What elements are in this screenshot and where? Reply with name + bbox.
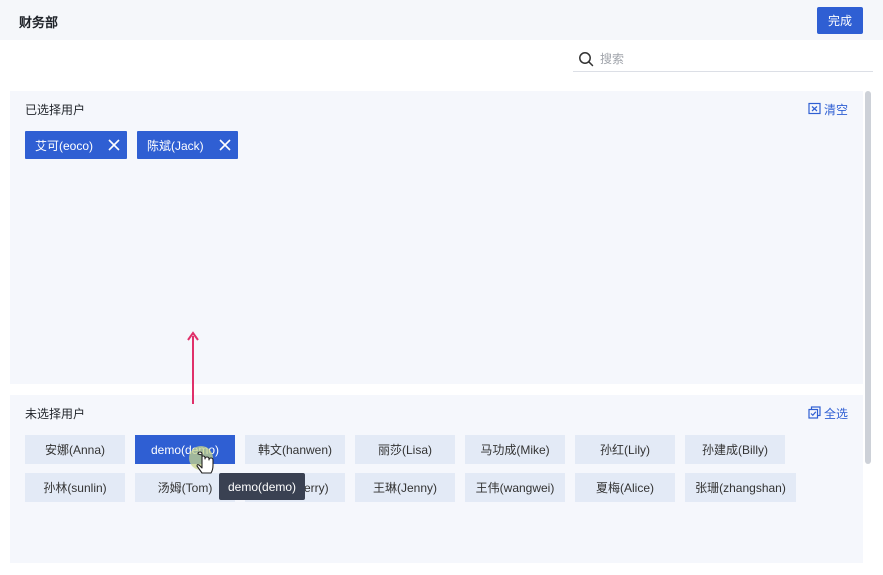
selected-users-panel: 已选择用户 清空 艾可(eoco) 陈斌(Jack) bbox=[10, 91, 863, 384]
user-option[interactable]: 孙建成(Billy) bbox=[685, 435, 785, 464]
header-bar: 财务部 完成 bbox=[0, 0, 883, 40]
clear-icon bbox=[808, 102, 821, 118]
select-all-icon bbox=[808, 405, 821, 422]
chip-label: 艾可(eoco) bbox=[35, 138, 94, 153]
search-bar bbox=[573, 46, 873, 72]
user-option[interactable]: 孙林(sunlin) bbox=[25, 473, 125, 502]
remove-chip-icon[interactable] bbox=[107, 138, 121, 152]
user-tooltip: demo(demo) bbox=[219, 473, 306, 500]
move-up-arrow-icon bbox=[187, 331, 199, 404]
chip-label: 陈斌(Jack) bbox=[147, 138, 204, 153]
unselected-users-title: 未选择用户 bbox=[25, 407, 86, 421]
user-option[interactable]: 王琳(Jenny) bbox=[355, 473, 455, 502]
department-title: 财务部 bbox=[19, 15, 59, 30]
hand-cursor-icon bbox=[189, 446, 214, 474]
remove-chip-icon[interactable] bbox=[218, 138, 232, 152]
user-selector-dialog: 财务部 完成 已选择用户 清空 艾可(eoco) 陈斌(Jack) bbox=[0, 0, 883, 575]
scrollbar-thumb[interactable] bbox=[865, 91, 871, 464]
user-option[interactable]: 王伟(wangwei) bbox=[465, 473, 565, 502]
search-input[interactable] bbox=[600, 51, 860, 66]
search-icon[interactable] bbox=[576, 49, 596, 69]
selected-users-title: 已选择用户 bbox=[25, 103, 86, 117]
user-option[interactable]: 韩文(hanwen) bbox=[245, 435, 345, 464]
select-all-button[interactable]: 全选 bbox=[808, 405, 848, 422]
selected-user-chip: 艾可(eoco) bbox=[25, 131, 127, 159]
clear-button[interactable]: 清空 bbox=[808, 101, 848, 118]
user-option[interactable]: 孙红(Lily) bbox=[575, 435, 675, 464]
done-button[interactable]: 完成 bbox=[817, 7, 863, 34]
clear-label: 清空 bbox=[823, 103, 848, 117]
user-option[interactable]: 夏梅(Alice) bbox=[575, 473, 675, 502]
user-option[interactable]: 马功成(Mike) bbox=[465, 435, 565, 464]
user-option[interactable]: 张珊(zhangshan) bbox=[685, 473, 796, 502]
selected-user-chip: 陈斌(Jack) bbox=[137, 131, 238, 159]
user-option[interactable]: 安娜(Anna) bbox=[25, 435, 125, 464]
user-option[interactable]: 丽莎(Lisa) bbox=[355, 435, 455, 464]
select-all-label: 全选 bbox=[823, 407, 848, 421]
